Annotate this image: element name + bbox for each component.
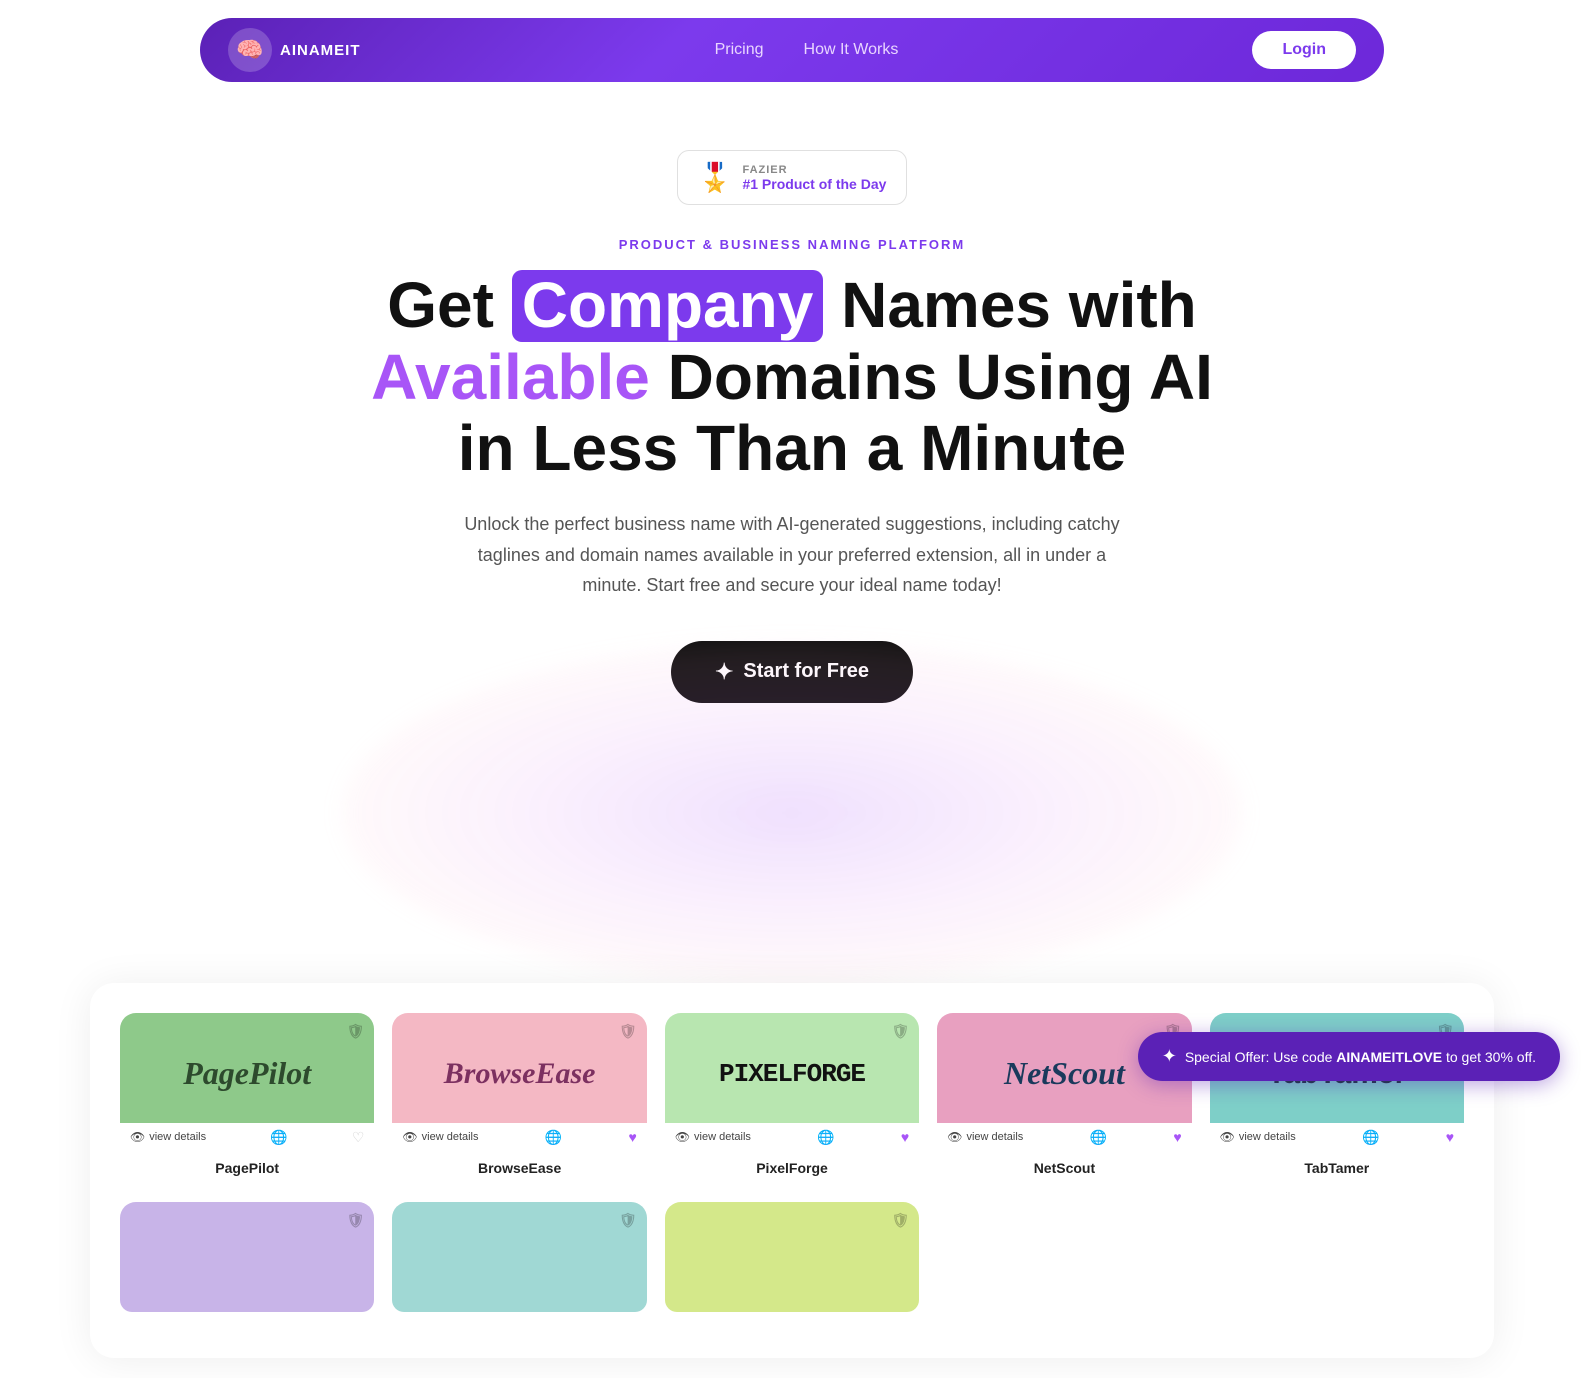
heart-icon-pixelforge[interactable]: ♥	[901, 1129, 909, 1145]
nav-pricing[interactable]: Pricing	[715, 41, 764, 59]
navbar: 🧠 AINAMEIT Pricing How It Works Login	[200, 18, 1384, 82]
special-offer-banner: ✦ Special Offer: Use code AINAMEITLOVE t…	[1138, 1032, 1560, 1081]
card-browseease-label: BrowseEase	[392, 1160, 646, 1176]
card-partial-3-img: 🛡	[665, 1202, 919, 1312]
card-netscout-name: NetScout	[1004, 1055, 1125, 1092]
navbar-nav: Pricing How It Works	[715, 41, 899, 59]
title-highlight: Company	[512, 270, 824, 342]
eye-icon: 👁	[1220, 1130, 1235, 1144]
card-partial-1: 🛡	[120, 1202, 374, 1322]
cards-row-2: 🛡 🛡 🛡	[120, 1202, 1464, 1322]
card-pixelforge-label: PixelForge	[665, 1160, 919, 1176]
card-pagepilot-label: PagePilot	[120, 1160, 374, 1176]
card-tabtamer-actions: 👁 view details 🌐 ♥	[1210, 1123, 1464, 1152]
card-pixelforge-name: PixelForge	[719, 1059, 865, 1089]
nav-how-it-works[interactable]: How It Works	[804, 41, 899, 59]
shield-icon: 🛡	[347, 1212, 365, 1229]
card-partial-3: 🛡	[665, 1202, 919, 1322]
title-line3: in Less Than a Minute	[458, 412, 1127, 484]
card-browseease-actions: 👁 view details 🌐 ♥	[392, 1123, 646, 1152]
heart-icon-browseease[interactable]: ♥	[629, 1129, 637, 1145]
card-browseease-name: BrowseEase	[444, 1057, 596, 1091]
hero-description: Unlock the perfect business name with AI…	[462, 509, 1122, 601]
globe-icon-browseease[interactable]: 🌐	[545, 1129, 562, 1146]
logo-icon: 🧠	[228, 28, 272, 72]
heart-icon-pagepilot[interactable]: ♡	[352, 1129, 365, 1146]
ribbon-icon: 🎖️	[698, 161, 733, 194]
card-netscout-actions: 👁 view details 🌐 ♥	[937, 1123, 1191, 1152]
logo-text: AINAMEIT	[280, 42, 361, 59]
promo-code: AINAMEITLOVE	[1336, 1049, 1442, 1065]
view-details-netscout[interactable]: 👁 view details	[947, 1130, 1023, 1144]
view-details-tabtamer[interactable]: 👁 view details	[1220, 1130, 1296, 1144]
card-pagepilot: 🛡 PagePilot 👁 view details 🌐 ♡ PagePilot	[120, 1013, 374, 1186]
globe-icon-netscout[interactable]: 🌐	[1090, 1129, 1107, 1146]
login-button[interactable]: Login	[1252, 31, 1356, 69]
eye-icon: 👁	[130, 1130, 145, 1144]
view-details-pagepilot[interactable]: 👁 view details	[130, 1130, 206, 1144]
card-tabtamer-label: TabTamer	[1210, 1160, 1464, 1176]
title-available: Available	[371, 341, 650, 413]
heart-icon-netscout[interactable]: ♥	[1173, 1129, 1181, 1145]
shield-icon: 🛡	[891, 1023, 909, 1040]
card-partial-1-img: 🛡	[120, 1202, 374, 1312]
card-pixelforge-actions: 👁 view details 🌐 ♥	[665, 1123, 919, 1152]
eye-icon: 👁	[947, 1130, 962, 1144]
globe-icon-tabtamer[interactable]: 🌐	[1362, 1129, 1379, 1146]
hero-subtitle: PRODUCT & BUSINESS NAMING PLATFORM	[20, 237, 1564, 252]
card-pixelforge: 🛡 PixelForge 👁 view details 🌐 ♥ PixelFor…	[665, 1013, 919, 1186]
hero-section: 🎖️ FAZIER #1 Product of the Day PRODUCT …	[0, 100, 1584, 983]
title-domains: Domains Using AI	[650, 341, 1213, 413]
card-pagepilot-actions: 👁 view details 🌐 ♡	[120, 1123, 374, 1152]
hero-background	[20, 763, 1564, 983]
card-pagepilot-img: 🛡 PagePilot	[120, 1013, 374, 1123]
globe-icon-pixelforge[interactable]: 🌐	[817, 1129, 834, 1146]
heart-icon-tabtamer[interactable]: ♥	[1446, 1129, 1454, 1145]
product-hunt-badge: 🎖️ FAZIER #1 Product of the Day	[677, 150, 908, 205]
globe-icon-pagepilot[interactable]: 🌐	[270, 1129, 287, 1146]
title-part2: Names with	[823, 269, 1196, 341]
gradient-blob	[342, 643, 1242, 983]
special-offer-text: Special Offer: Use code AINAMEITLOVE to …	[1185, 1049, 1536, 1065]
card-netscout-label: NetScout	[937, 1160, 1191, 1176]
card-pixelforge-img: 🛡 PixelForge	[665, 1013, 919, 1123]
card-browseease-img: 🛡 BrowseEase	[392, 1013, 646, 1123]
badge-bottom-text: #1 Product of the Day	[742, 176, 886, 192]
navbar-logo: 🧠 AINAMEIT	[228, 28, 361, 72]
card-partial-2-img: 🛡	[392, 1202, 646, 1312]
hero-title: Get Company Names with Available Domains…	[20, 270, 1564, 485]
title-part1: Get	[387, 269, 511, 341]
eye-icon: 👁	[402, 1130, 417, 1144]
sparkle-icon: ✦	[1162, 1046, 1177, 1067]
view-details-pixelforge[interactable]: 👁 view details	[675, 1130, 751, 1144]
card-partial-2: 🛡	[392, 1202, 646, 1322]
card-pagepilot-name: PagePilot	[183, 1055, 311, 1092]
shield-icon: 🛡	[347, 1023, 365, 1040]
eye-icon: 👁	[675, 1130, 690, 1144]
shield-icon: 🛡	[619, 1023, 637, 1040]
shield-icon: 🛡	[891, 1212, 909, 1229]
view-details-browseease[interactable]: 👁 view details	[402, 1130, 478, 1144]
badge-top-text: FAZIER	[742, 164, 886, 176]
shield-icon: 🛡	[619, 1212, 637, 1229]
card-browseease: 🛡 BrowseEase 👁 view details 🌐 ♥ BrowseEa…	[392, 1013, 646, 1186]
